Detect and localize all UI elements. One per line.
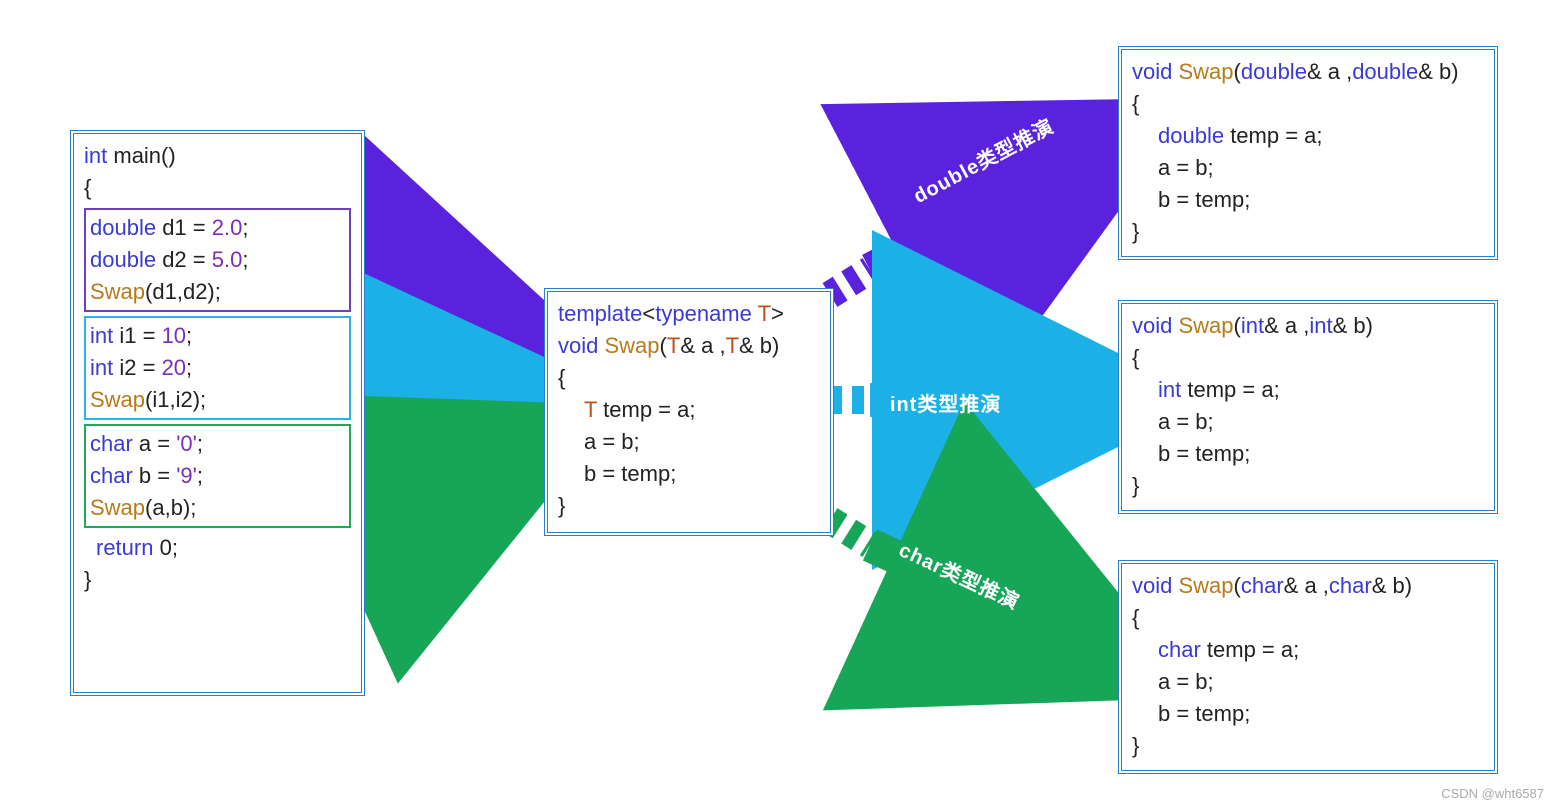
- char-output-box: void Swap(char& a ,char& b) { char temp …: [1118, 560, 1498, 774]
- arrow-label-int: int类型推演: [890, 388, 1001, 417]
- char-block: char a = '0'; char b = '9'; Swap(a,b);: [84, 424, 351, 528]
- double-output-box: void Swap(double& a ,double& b) { double…: [1118, 46, 1498, 260]
- int-block: int i1 = 10; int i2 = 20; Swap(i1,i2);: [84, 316, 351, 420]
- arrow-in-double: [360, 300, 535, 350]
- kw-return: return: [96, 535, 153, 560]
- brace-close: }: [84, 564, 351, 596]
- double-block: double d1 = 2.0; double d2 = 5.0; Swap(d…: [84, 208, 351, 312]
- arrow-in-int: [360, 400, 535, 405]
- main-sig: main(): [107, 143, 175, 168]
- template-code-box: template<typename T> void Swap(T& a ,T& …: [544, 288, 834, 536]
- kw-int: int: [84, 143, 107, 168]
- arrow-in-char: [360, 445, 535, 525]
- arrow-out-double-dash: [830, 270, 870, 295]
- watermark: CSDN @wht6587: [1441, 786, 1544, 801]
- int-output-box: void Swap(int& a ,int& b) { int temp = a…: [1118, 300, 1498, 514]
- brace-open: {: [84, 172, 351, 204]
- diagram-canvas: double类型推演 int类型推演 char类型推演 int main() {…: [0, 0, 1564, 807]
- main-code-box: int main() { double d1 = 2.0; double d2 …: [70, 130, 365, 696]
- arrow-out-char-dash: [830, 520, 870, 545]
